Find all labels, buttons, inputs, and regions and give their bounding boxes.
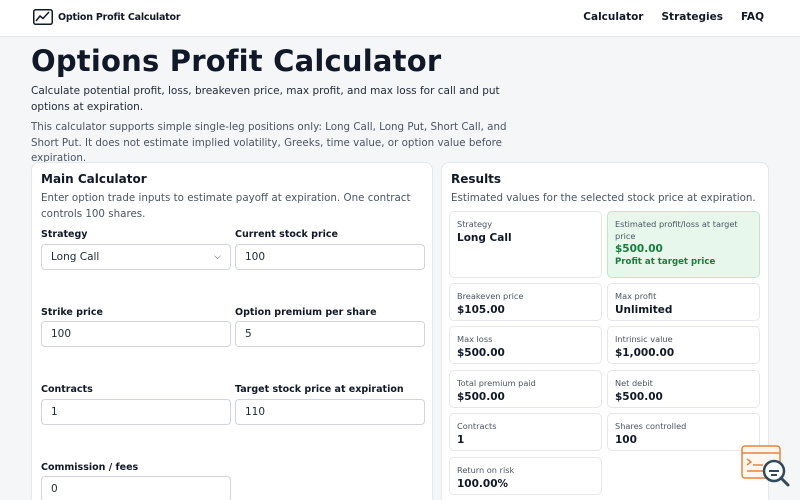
strategy-select-value: Long Call: [51, 251, 100, 263]
result-label: Estimated profit/loss at target price: [615, 219, 738, 241]
result-value: Long Call: [457, 232, 512, 244]
page-note: This calculator supports simple single-l…: [31, 121, 507, 164]
search-help-icon[interactable]: [741, 444, 791, 488]
result-label: Max loss: [457, 334, 493, 344]
profit-status: Profit at target price: [615, 257, 716, 267]
calculator-description: Enter option trade inputs to estimate pa…: [41, 192, 411, 220]
result-tile-net-debit: Net debit $500.00: [607, 370, 760, 408]
strategy-label: Strategy: [41, 229, 88, 240]
result-tile-strategy: Strategy Long Call: [449, 211, 602, 278]
result-tile-max-loss: Max loss $500.00: [449, 326, 602, 364]
result-value: 1: [457, 434, 465, 446]
result-label: Net debit: [615, 378, 653, 388]
calculator-title: Main Calculator: [41, 172, 147, 186]
brand-name: Option Profit Calculator: [58, 11, 181, 23]
results-description: Estimated values for the selected stock …: [451, 192, 756, 204]
contracts-input[interactable]: 1: [41, 399, 231, 425]
chart-logo-icon: [33, 9, 53, 25]
strategy-select[interactable]: Long Call ⌵: [41, 244, 231, 270]
result-label: Shares controlled: [615, 421, 687, 431]
result-tile-breakeven: Breakeven price $105.00: [449, 283, 602, 321]
strike-price-label: Strike price: [41, 307, 103, 318]
result-tile-max-profit: Max profit Unlimited: [607, 283, 760, 321]
premium-input[interactable]: 5: [235, 321, 425, 347]
strike-price-input[interactable]: 100: [41, 321, 231, 347]
current-price-input[interactable]: 100: [235, 244, 425, 270]
result-value: $500.00: [457, 391, 505, 403]
result-label: Contracts: [457, 421, 497, 431]
result-label: Max profit: [615, 291, 657, 301]
main-nav: Calculator Strategies FAQ: [583, 11, 764, 23]
target-price-label: Target stock price at expiration: [235, 384, 404, 395]
page-title: Options Profit Calculator: [31, 44, 442, 78]
current-price-label: Current stock price: [235, 229, 338, 240]
result-tile-shares-controlled: Shares controlled 100: [607, 413, 760, 451]
result-tile-contracts: Contracts 1: [449, 413, 602, 451]
main-calculator-card: Main Calculator Enter option trade input…: [31, 162, 433, 500]
target-price-input[interactable]: 110: [235, 399, 425, 425]
result-tile-return-on-risk: Return on risk 100.00%: [449, 457, 602, 495]
results-title: Results: [451, 172, 502, 186]
result-value: 100.00%: [457, 478, 509, 490]
commission-input[interactable]: 0: [41, 476, 231, 500]
results-card: Results Estimated values for the selecte…: [441, 162, 769, 500]
result-tile-profit: Estimated profit/loss at target price $5…: [607, 211, 760, 278]
page-intro: Calculate potential profit, loss, breake…: [31, 85, 500, 113]
contracts-label: Contracts: [41, 384, 93, 395]
nav-link-strategies[interactable]: Strategies: [661, 11, 722, 23]
top-navigation-bar: Option Profit Calculator Calculator Stra…: [0, 0, 800, 37]
result-label: Intrinsic value: [615, 334, 673, 344]
chevron-down-icon: ⌵: [214, 252, 221, 262]
nav-link-calculator[interactable]: Calculator: [583, 11, 643, 23]
result-value: $500.00: [615, 391, 663, 403]
result-label: Return on risk: [457, 465, 515, 475]
premium-label: Option premium per share: [235, 307, 377, 318]
result-value: Unlimited: [615, 304, 673, 316]
result-tile-intrinsic-value: Intrinsic value $1,000.00: [607, 326, 760, 364]
result-tile-total-premium: Total premium paid $500.00: [449, 370, 602, 408]
result-label: Strategy: [457, 219, 493, 229]
result-value: 100: [615, 434, 637, 446]
result-label: Total premium paid: [457, 378, 536, 388]
commission-label: Commission / fees: [41, 462, 139, 473]
result-label: Breakeven price: [457, 291, 524, 301]
result-value: $1,000.00: [615, 347, 675, 359]
result-value: $500.00: [615, 243, 663, 255]
result-value: $500.00: [457, 347, 505, 359]
result-value: $105.00: [457, 304, 505, 316]
brand[interactable]: Option Profit Calculator: [33, 9, 181, 25]
nav-link-faq[interactable]: FAQ: [741, 11, 764, 23]
